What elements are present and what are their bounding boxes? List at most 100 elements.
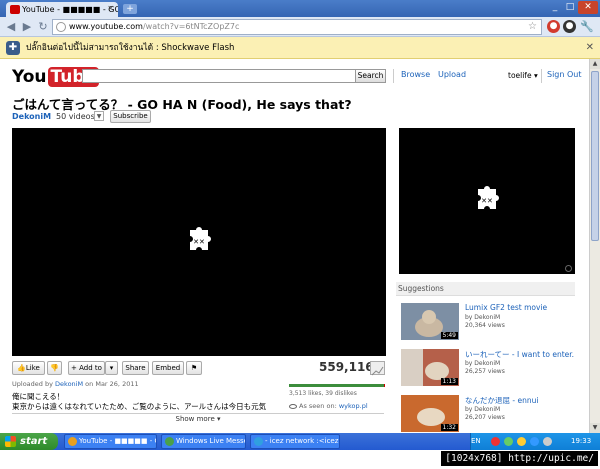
suggestion-item[interactable]: 1:32 なんだか退屈 - ennui by DekoniM 26,207 vi… [399,395,575,433]
upload-date: on Mar 26, 2011 [85,380,139,388]
thumbs-up-icon: 👍 [17,364,26,372]
browser-window: YouTube - ■■■■■ - GO HA N... ✕ + _ □ ✕ ◀… [0,0,600,433]
forward-arrow-icon[interactable]: ▶ [20,20,34,34]
clock: 19:33 [571,437,592,445]
share-button[interactable]: Share [122,361,149,375]
back-arrow-icon[interactable]: ◀ [4,20,18,34]
suggestion-views: 26,207 views [465,414,505,421]
suggestion-duration: 5:49 [440,332,458,339]
suggestion-author: by DekoniM [465,406,501,413]
video-title: ごはんて言ってる？ - GO HA N (Food), He says that… [12,97,352,112]
tray-icon[interactable] [504,437,513,446]
extension-red-icon[interactable]: ● [547,20,560,33]
tab-bar: YouTube - ■■■■■ - GO HA N... ✕ + _ □ ✕ [0,0,600,17]
scroll-down-icon[interactable]: ▼ [590,423,600,433]
add-to-dropdown-icon[interactable]: ▾ [105,361,118,375]
add-to-button[interactable]: + Add to [68,361,105,375]
video-player[interactable]: ✕✕ [12,128,386,356]
taskbar-item[interactable]: Windows Live Messen... [161,434,246,449]
embed-button[interactable]: Embed [152,361,184,375]
taskbar-item-label: - icez network :<icez... [265,437,340,445]
browser-toolbar: ◀ ▶ ↻ www.youtube.com/watch?v=6tNTcZOpZ7… [0,17,600,37]
suggestion-title[interactable]: なんだか退屈 - ennui [465,395,538,406]
show-more-button[interactable]: Show more ▾ [12,413,384,423]
taskbar: start YouTube - ■■■■■ - GO... Windows Li… [0,433,600,450]
taskbar-item[interactable]: - icez network :<icez... [250,434,340,449]
uploaded-prefix: Uploaded by [12,380,53,388]
infobar-close-icon[interactable]: ✕ [586,37,594,59]
suggestion-item[interactable]: 5:49 Lumix GF2 test movie by DekoniM 20,… [399,303,575,343]
upload-link[interactable]: Upload [438,70,466,79]
stats-button[interactable] [370,361,385,376]
extension-dark-icon[interactable]: ● [563,20,576,33]
seen-on-link[interactable]: wykop.pl [339,402,368,410]
search-input[interactable] [82,69,356,83]
search-button[interactable]: Search [355,69,386,83]
scroll-up-icon[interactable]: ▲ [590,59,600,69]
suggestions-heading: Suggestions [396,282,575,296]
channel-link[interactable]: DekoniM [12,112,51,121]
eye-icon [289,403,297,409]
minimize-button[interactable]: _ [548,1,562,14]
flag-icon: ⚑ [190,364,198,372]
address-bar[interactable]: www.youtube.com/watch?v=6tNTcZOpZ7c ☆ [52,19,542,35]
maximize-button[interactable]: □ [563,1,577,14]
suggestion-thumbnail[interactable]: 1:13 [401,349,459,386]
channel-dropdown-icon[interactable]: ▼ [94,111,104,121]
dislike-button[interactable]: 👎 [47,361,62,375]
watermark-caption: [1024x768] http://upic.me/ [441,451,598,466]
info-icon[interactable] [565,265,572,272]
youtube-page: You Tube Search Browse Upload toelife ▾ S… [0,59,600,433]
side-plugin-area[interactable]: ✕✕ [399,128,575,274]
suggestion-author: by DekoniM [465,314,501,321]
subscribe-button[interactable]: Subscribe [110,110,151,123]
seen-on: As seen on: wykop.pl [289,402,368,410]
tray-icon[interactable] [530,437,539,446]
globe-icon [56,22,66,32]
chrome-icon [68,437,77,446]
reload-icon[interactable]: ↻ [36,20,50,34]
thumbs-down-icon: 👎 [50,364,59,372]
youtube-favicon-icon [10,5,20,14]
uploader-link[interactable]: DekoniM [55,380,83,388]
tray-icon[interactable] [517,437,526,446]
sign-out-link[interactable]: Sign Out [547,70,582,79]
system-tray: EN 19:33 [470,433,600,450]
svg-text:✕✕: ✕✕ [193,238,205,246]
suggestion-title[interactable]: Lumix GF2 test movie [465,303,547,312]
suggestion-title[interactable]: いーれーてー - I want to enter. [465,349,574,360]
suggestion-duration: 1:32 [440,424,458,431]
taskbar-item[interactable]: YouTube - ■■■■■ - GO... [64,434,157,449]
close-window-button[interactable]: ✕ [578,1,598,14]
user-menu[interactable]: toelife ▾ [508,71,538,80]
wrench-icon[interactable]: 🔧 [580,20,594,33]
bookmark-star-icon[interactable]: ☆ [528,20,537,34]
like-label: Like [25,364,40,372]
suggestion-thumbnail[interactable]: 1:32 [401,395,459,432]
tray-icon[interactable] [491,437,500,446]
new-tab-button[interactable]: + [123,4,137,14]
taskbar-item-label: YouTube - ■■■■■ - GO... [79,437,156,445]
page-scrollbar[interactable]: ▲ ▼ [589,59,600,433]
user-caret-icon: ▾ [533,71,538,80]
like-button[interactable]: 👍Like [12,361,45,375]
url-host: www.youtube.com [69,22,143,31]
tab-youtube[interactable]: YouTube - ■■■■■ - GO HA N... ✕ [6,2,118,17]
tab-close-icon[interactable]: ✕ [107,4,114,13]
taskbar-item-label: Windows Live Messen... [176,437,245,445]
language-indicator[interactable]: EN [471,433,481,450]
windows-logo-icon [5,436,16,447]
suggestion-thumbnail[interactable]: 5:49 [401,303,459,340]
scrollbar-thumb[interactable] [591,71,599,241]
start-button[interactable]: start [0,433,58,450]
volume-icon[interactable] [543,437,552,446]
suggestion-author: by DekoniM [465,360,501,367]
seen-on-prefix: As seen on: [299,402,337,410]
start-label: start [20,436,48,447]
suggestion-item[interactable]: 1:13 いーれーてー - I want to enter. by Dekoni… [399,349,575,389]
messenger-icon [165,437,174,446]
suggestion-views: 20,364 views [465,322,505,329]
browse-link[interactable]: Browse [401,70,430,79]
flag-button[interactable]: ⚑ [186,361,202,375]
bottom-strip: [1024x768] http://upic.me/ [0,450,600,469]
